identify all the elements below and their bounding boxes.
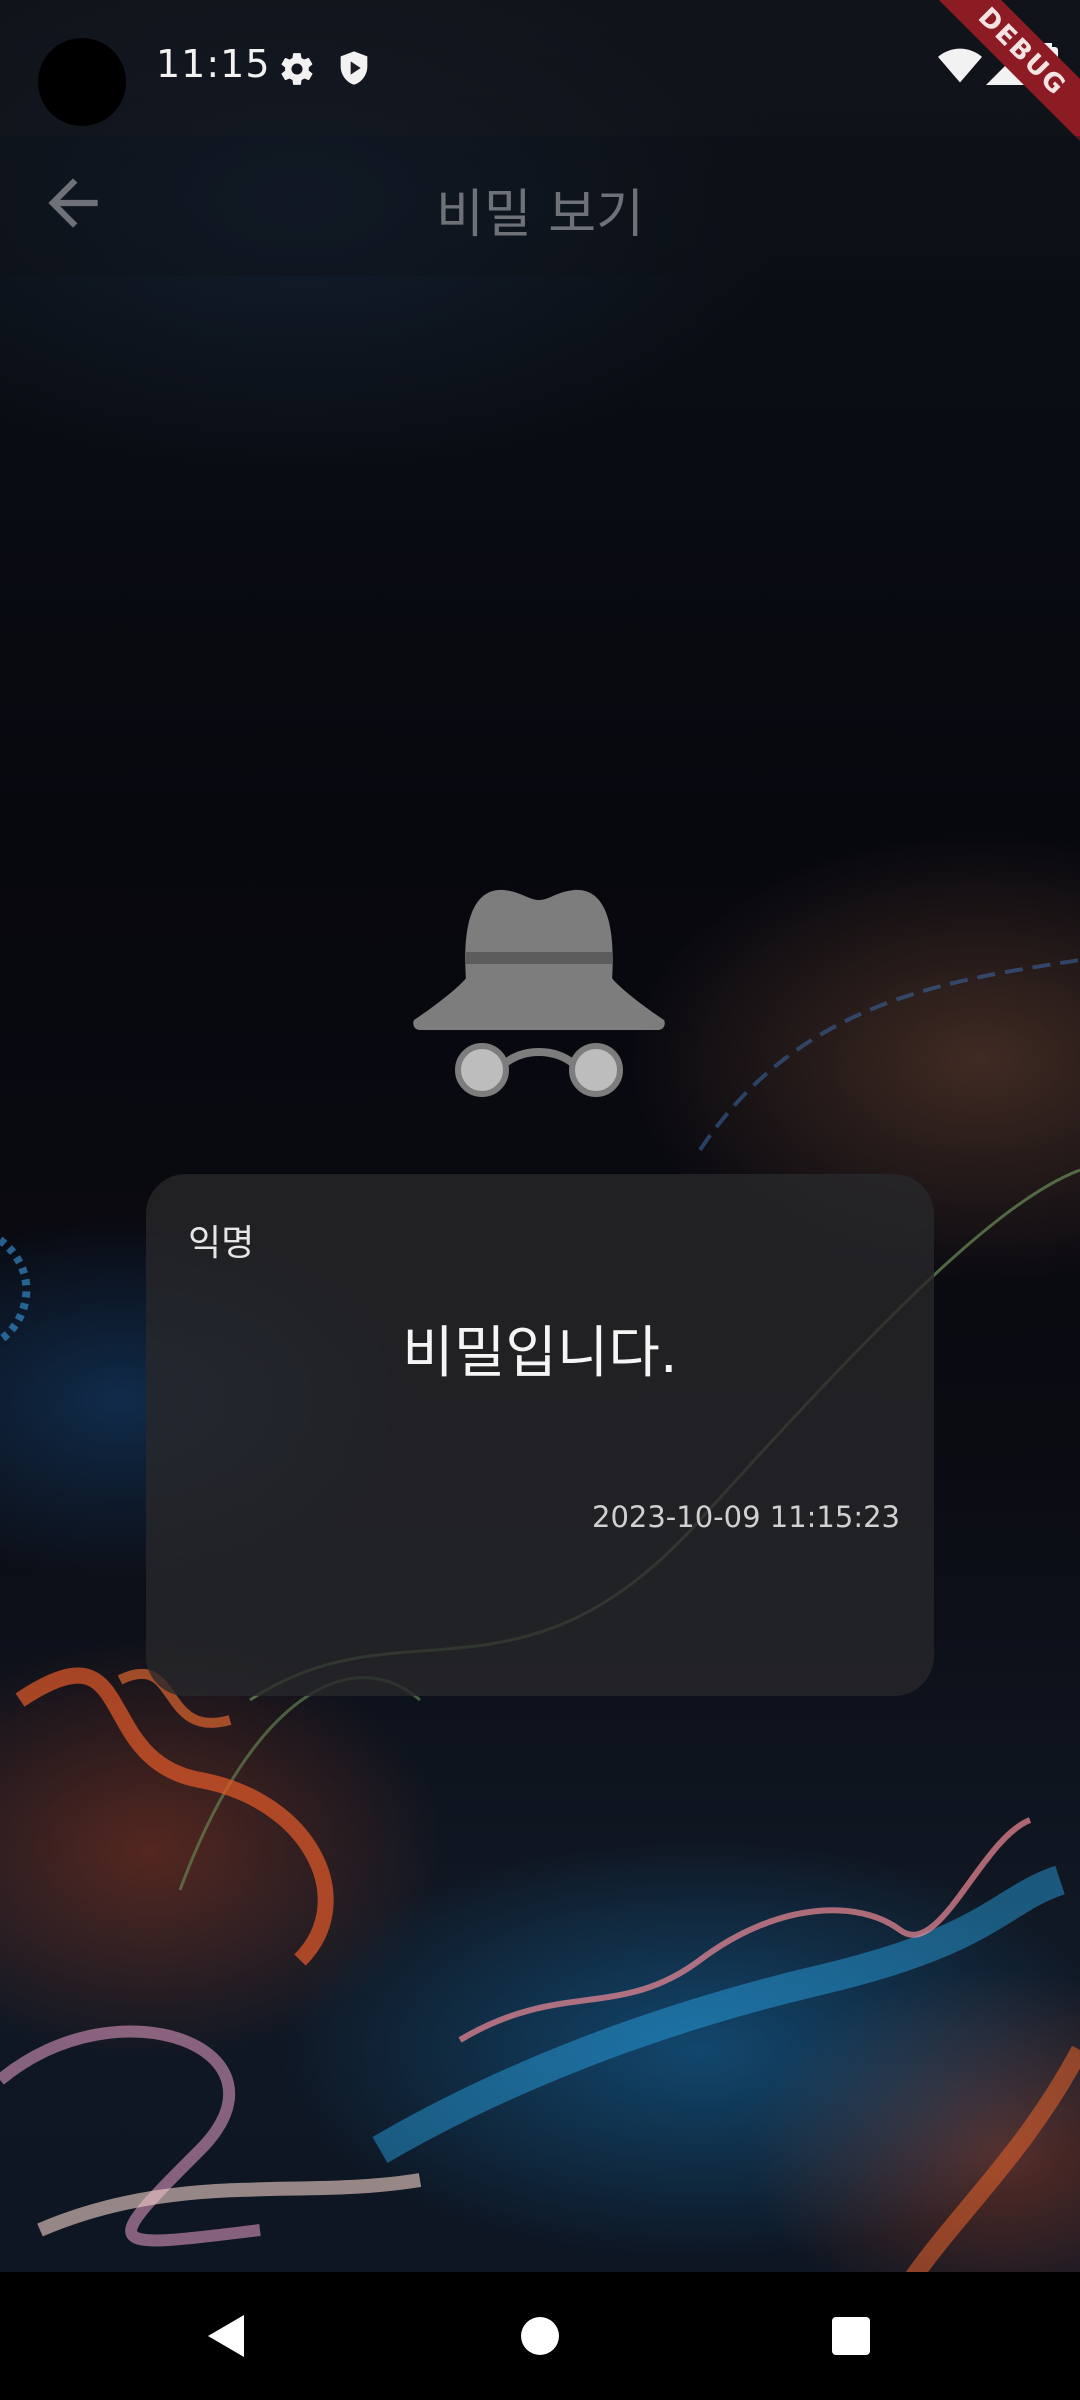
nav-home-button[interactable] bbox=[460, 2272, 620, 2400]
shield-play-icon bbox=[340, 51, 368, 85]
app-bar: 비밀 보기 bbox=[0, 136, 1080, 276]
camera-cutout bbox=[38, 38, 126, 126]
navigation-bar bbox=[0, 2272, 1080, 2400]
screen: 11:15 DEBUG 비밀 보기 익명 비밀입니다. 2023-10-09 1… bbox=[0, 0, 1080, 2400]
recents-square-icon bbox=[832, 2317, 870, 2355]
incognito-icon bbox=[413, 889, 665, 1097]
back-triangle-icon bbox=[208, 2315, 244, 2357]
home-circle-icon bbox=[521, 2317, 559, 2355]
secret-card: 익명 비밀입니다. 2023-10-09 11:15:23 bbox=[146, 1174, 934, 1696]
card-content: 비밀입니다. bbox=[402, 1321, 678, 1386]
status-clock: 11:15 bbox=[156, 42, 271, 86]
wifi-icon bbox=[938, 48, 982, 83]
card-timestamp: 2023-10-09 11:15:23 bbox=[592, 1500, 900, 1534]
settings-icon bbox=[281, 53, 313, 85]
status-bar: 11:15 DEBUG bbox=[0, 0, 1080, 153]
page-title: 비밀 보기 bbox=[436, 185, 644, 245]
nav-back-button[interactable] bbox=[146, 2272, 306, 2400]
nav-recents-button[interactable] bbox=[772, 2272, 932, 2400]
card-author: 익명 bbox=[188, 1223, 255, 1264]
